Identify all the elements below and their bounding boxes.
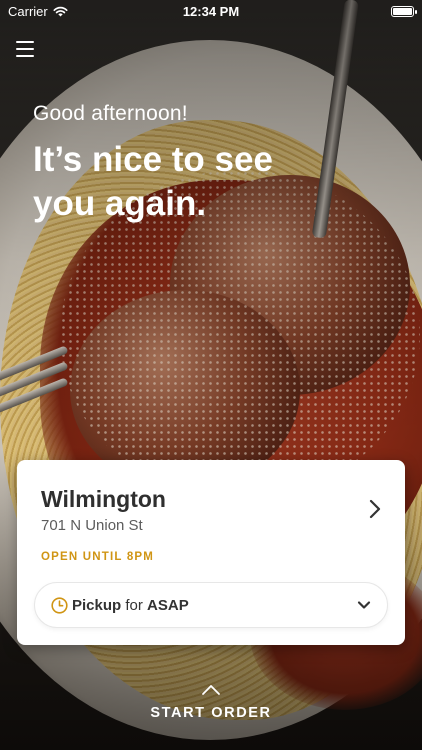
order-time-label: ASAP bbox=[147, 596, 189, 614]
battery-icon bbox=[391, 5, 417, 17]
chevron-up-icon bbox=[202, 685, 220, 695]
clock-icon bbox=[51, 596, 68, 614]
start-order-button[interactable]: START ORDER bbox=[0, 684, 422, 721]
carrier-label: Carrier bbox=[8, 3, 48, 19]
greeting-text: Good afternoon! bbox=[33, 102, 188, 125]
chevron-right-icon[interactable] bbox=[365, 498, 385, 520]
page-title: It’s nice to see you again. bbox=[33, 140, 273, 223]
wifi-icon bbox=[53, 6, 68, 16]
for-label: for bbox=[125, 596, 143, 614]
status-bar: Carrier 12:34 PM bbox=[0, 0, 422, 22]
location-name: Wilmington bbox=[41, 486, 166, 512]
location-address: 701 N Union St bbox=[41, 517, 143, 534]
location-card: Wilmington 701 N Union St OPEN UNTIL 8PM… bbox=[17, 460, 405, 645]
order-type-label: Pickup bbox=[72, 596, 122, 614]
hamburger-menu-icon[interactable] bbox=[16, 41, 34, 57]
hours-status: OPEN UNTIL 8PM bbox=[41, 551, 155, 563]
chevron-down-icon bbox=[357, 601, 371, 609]
order-type-selector[interactable]: Pickup for ASAP bbox=[34, 582, 388, 628]
start-order-label: START ORDER bbox=[150, 705, 272, 721]
